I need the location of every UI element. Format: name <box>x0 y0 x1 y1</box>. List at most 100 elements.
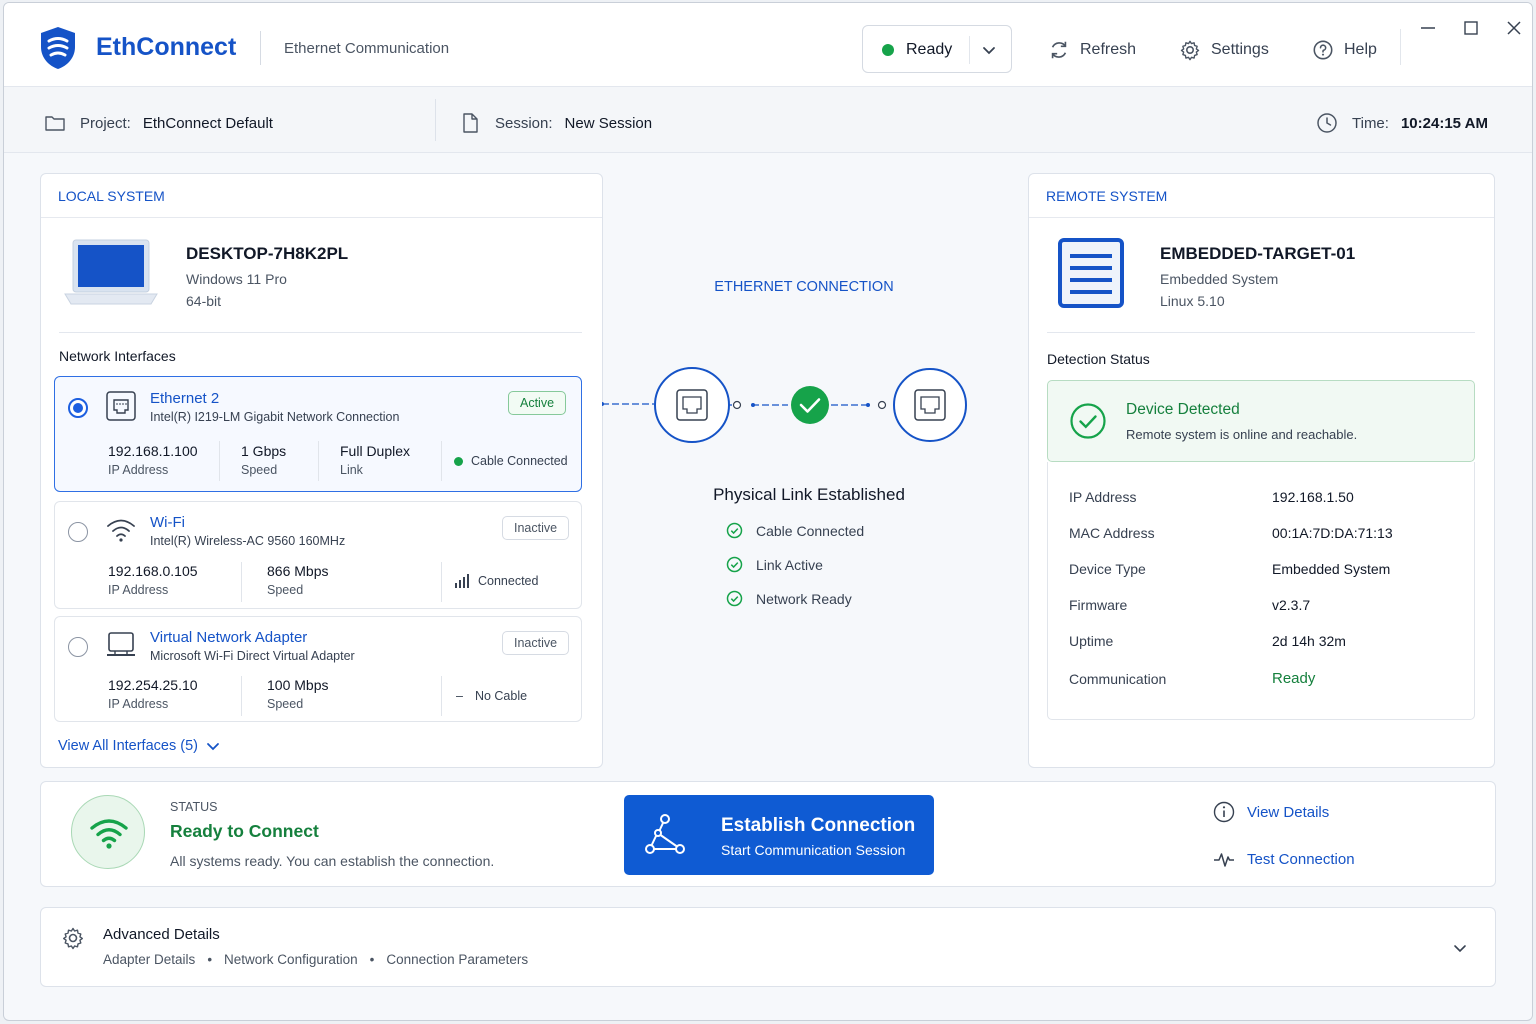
remote-system-card: REMOTE SYSTEM EMBEDDED-TARGET-01 Embedde… <box>1028 173 1495 768</box>
link-state: – No Cable <box>456 689 527 703</box>
refresh-label: Refresh <box>1080 41 1137 58</box>
interface-radio[interactable] <box>68 637 88 657</box>
view-details-link[interactable]: View Details <box>1213 801 1329 823</box>
test-connection-link[interactable]: Test Connection <box>1213 848 1355 870</box>
advanced-item[interactable]: Adapter Details <box>103 952 195 967</box>
local-system-header: LOCAL SYSTEM <box>41 174 602 218</box>
info-divider <box>435 99 436 141</box>
minimize-icon[interactable] <box>1417 17 1439 39</box>
status-label: STATUS <box>170 800 218 814</box>
wifi-icon <box>107 519 135 542</box>
interface-description: Microsoft Wi-Fi Direct Virtual Adapter <box>150 649 355 663</box>
interface-description: Intel(R) Wireless-AC 9560 160MHz <box>150 534 346 548</box>
status-title: Ready to Connect <box>170 821 319 841</box>
advanced-items: Adapter Details • Network Configuration … <box>103 952 528 967</box>
chevron-down-icon[interactable] <box>981 42 997 58</box>
interface-item-virtual[interactable]: Virtual Network Adapter Microsoft Wi-Fi … <box>54 616 582 722</box>
divider <box>1047 332 1475 333</box>
remote-system-header: REMOTE SYSTEM <box>1029 174 1494 218</box>
ip-value: 192.168.0.105 <box>108 563 198 579</box>
divider <box>241 562 242 602</box>
check-circle-icon <box>726 522 743 539</box>
divider <box>441 676 442 716</box>
status-dropdown[interactable]: Ready <box>862 25 1012 73</box>
help-label: Help <box>1344 41 1377 58</box>
toolbar-divider <box>1400 29 1401 65</box>
interface-radio[interactable] <box>68 398 88 418</box>
help-button[interactable]: Help <box>1312 37 1377 63</box>
remote-details-table: IP Address 192.168.1.50 MAC Address 00:1… <box>1047 462 1475 720</box>
app-subtitle: Ethernet Communication <box>284 40 450 57</box>
detection-title: Detection Status <box>1047 351 1150 367</box>
interface-item-wifi[interactable]: Wi-Fi Intel(R) Wireless-AC 9560 160MHz I… <box>54 501 582 609</box>
detected-description: Remote system is online and reachable. <box>1126 427 1358 442</box>
check-item: Network Ready <box>726 590 852 607</box>
folder-icon <box>45 116 65 131</box>
interface-radio[interactable] <box>68 522 88 542</box>
detail-value: 00:1A:7D:DA:71:13 <box>1272 525 1393 541</box>
divider <box>219 441 220 481</box>
ip-label: IP Address <box>108 583 169 597</box>
gear-icon <box>63 927 83 950</box>
advanced-details-panel[interactable]: Advanced Details Adapter Details • Netwo… <box>40 907 1496 987</box>
link-state: Connected <box>454 574 538 588</box>
network-share-icon <box>645 814 685 854</box>
detail-key: MAC Address <box>1069 525 1155 541</box>
session-info: Session: New Session <box>459 112 652 134</box>
local-system-card: LOCAL SYSTEM DESKTOP-7H8K2PL Windows 11 … <box>40 173 603 768</box>
speed-label: Speed <box>241 463 278 477</box>
ip-label: IP Address <box>108 697 169 711</box>
refresh-button[interactable]: Refresh <box>1048 37 1136 63</box>
ip-label: IP Address <box>108 463 169 477</box>
detail-value: v2.3.7 <box>1272 597 1311 613</box>
connected-dot-icon <box>454 456 463 466</box>
check-label: Cable Connected <box>756 522 865 539</box>
shield-logo-icon <box>41 27 75 69</box>
status-dot-icon <box>882 44 894 56</box>
advanced-item[interactable]: Network Configuration <box>224 952 358 967</box>
speed-value: 866 Mbps <box>267 563 329 579</box>
close-icon[interactable] <box>1503 17 1525 39</box>
interface-item-ethernet[interactable]: Ethernet 2 Intel(R) I219-LM Gigabit Netw… <box>54 376 582 492</box>
laptop-icon <box>64 239 158 305</box>
link-state-text: No Cable <box>474 689 528 703</box>
status-badge: Inactive <box>502 516 570 540</box>
time-info: Time: 10:24:15 AM <box>1316 112 1488 134</box>
server-icon <box>1058 238 1124 308</box>
interface-speed: 866 Mbps Speed <box>267 563 328 597</box>
interface-speed: 1 Gbps Speed <box>241 443 286 477</box>
detail-value: Embedded System <box>1272 561 1391 577</box>
detail-key: Device Type <box>1069 561 1146 577</box>
dropdown-divider <box>969 36 970 64</box>
divider <box>318 441 319 481</box>
view-all-interfaces-link[interactable]: View All Interfaces (5) <box>58 738 220 754</box>
time-value: 10:24:15 AM <box>1400 114 1488 132</box>
detected-title: Device Detected <box>1126 401 1240 418</box>
interface-description: Intel(R) I219-LM Gigabit Network Connect… <box>150 410 400 424</box>
establish-button-title: Establish Connection <box>721 815 916 836</box>
info-bar: Project: EthConnect Default Session: New… <box>4 87 1532 153</box>
speed-value: 100 Mbps <box>267 677 329 693</box>
separator-dot: • <box>207 952 213 967</box>
separator-dot: • <box>369 952 375 967</box>
session-key: Session: <box>495 114 553 132</box>
local-os: Windows 11 Pro <box>186 271 287 287</box>
divider <box>59 332 582 333</box>
local-arch: 64-bit <box>186 293 222 309</box>
settings-label: Settings <box>1211 41 1269 58</box>
establish-connection-button[interactable]: Establish Connection Start Communication… <box>624 795 934 875</box>
check-circle-icon <box>726 590 743 607</box>
check-item: Link Active <box>726 556 823 573</box>
speed-label: Speed <box>267 697 304 711</box>
wifi-icon <box>90 819 128 849</box>
status-description: All systems ready. You can establish the… <box>170 853 495 869</box>
project-key: Project: <box>80 114 131 132</box>
settings-button[interactable]: Settings <box>1179 37 1269 63</box>
ethernet-connection-title: ETHERNET CONNECTION <box>714 279 894 295</box>
remote-type: Embedded System <box>1160 271 1279 287</box>
advanced-item[interactable]: Connection Parameters <box>386 952 528 967</box>
detail-value: 192.168.1.50 <box>1272 489 1354 505</box>
interface-name: Wi-Fi <box>150 514 185 531</box>
maximize-icon[interactable] <box>1460 17 1482 39</box>
chevron-down-icon[interactable] <box>1452 940 1468 956</box>
